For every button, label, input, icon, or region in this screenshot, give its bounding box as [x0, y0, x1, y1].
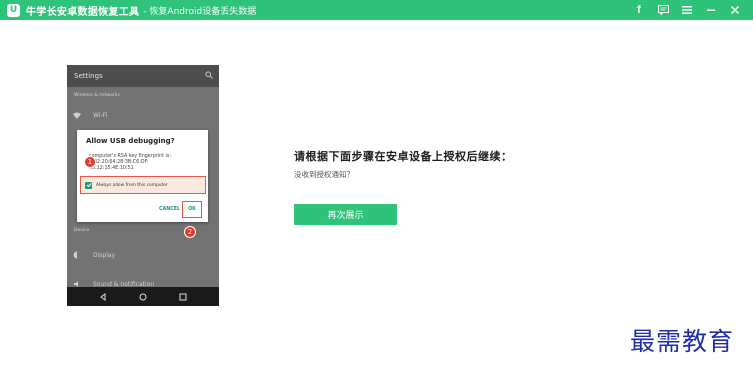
usb-debugging-dialog: Allow USB debugging? computer's RSA key … — [77, 130, 208, 222]
phone-nav-bar — [67, 287, 219, 306]
app-logo-icon: U — [7, 3, 20, 17]
dialog-ok-highlight[interactable]: OK — [182, 201, 202, 218]
wifi-icon — [73, 111, 81, 119]
show-again-button[interactable]: 再次展示 — [294, 204, 397, 225]
step-1-badge: 1 — [84, 156, 96, 168]
step-2-badge: 2 — [184, 226, 196, 238]
dialog-body-line: 43:12:15:4E:10:51 — [89, 166, 134, 171]
dialog-ok-button[interactable]: OK — [188, 207, 196, 212]
phone-illustration: Settings Wireless & networks Wi-Fi Devic… — [67, 65, 219, 306]
phone-section-wireless: Wireless & networks — [74, 93, 120, 98]
instruction-title: 请根据下面步骤在安卓设备上授权后继续： — [294, 150, 513, 163]
feedback-icon[interactable] — [651, 0, 675, 20]
facebook-icon[interactable]: f — [627, 0, 651, 20]
phone-row-display: Display — [73, 251, 115, 259]
phone-section-device: Device — [74, 228, 90, 233]
phone-settings-title: Settings — [74, 72, 103, 80]
dialog-title: Allow USB debugging? — [86, 137, 175, 145]
always-allow-label: Always allow from this computer — [96, 182, 168, 188]
phone-settings-header: Settings — [67, 65, 219, 87]
title-bar: U 牛学长安卓数据恢复工具 - 恢复Android设备丢失数据 f — [0, 0, 753, 20]
checkbox-checked-icon[interactable] — [85, 181, 92, 189]
app-subtitle: - 恢复Android设备丢失数据 — [143, 6, 257, 17]
back-icon — [100, 292, 106, 301]
phone-display-label: Display — [93, 251, 116, 259]
watermark: 最需教育 — [630, 327, 735, 356]
no-notification-link[interactable]: 没收到授权通知？ — [294, 169, 354, 180]
menu-icon[interactable] — [675, 0, 699, 20]
close-icon[interactable] — [723, 0, 747, 20]
dialog-body: computer's RSA key fingerprint is: C:32:… — [89, 154, 199, 172]
dialog-cancel-button[interactable]: CANCEL — [159, 207, 180, 212]
window-controls: f — [627, 0, 747, 20]
home-icon — [139, 293, 147, 300]
phone-wifi-label: Wi-Fi — [93, 111, 108, 119]
search-icon — [205, 71, 213, 79]
display-icon — [73, 251, 81, 259]
app-title: 牛学长安卓数据恢复工具 — [26, 6, 140, 18]
minimize-icon[interactable] — [699, 0, 723, 20]
always-allow-checkbox-row[interactable]: Always allow from this computer — [80, 176, 206, 194]
recents-icon — [179, 293, 187, 300]
phone-row-wifi: Wi-Fi — [73, 111, 107, 119]
